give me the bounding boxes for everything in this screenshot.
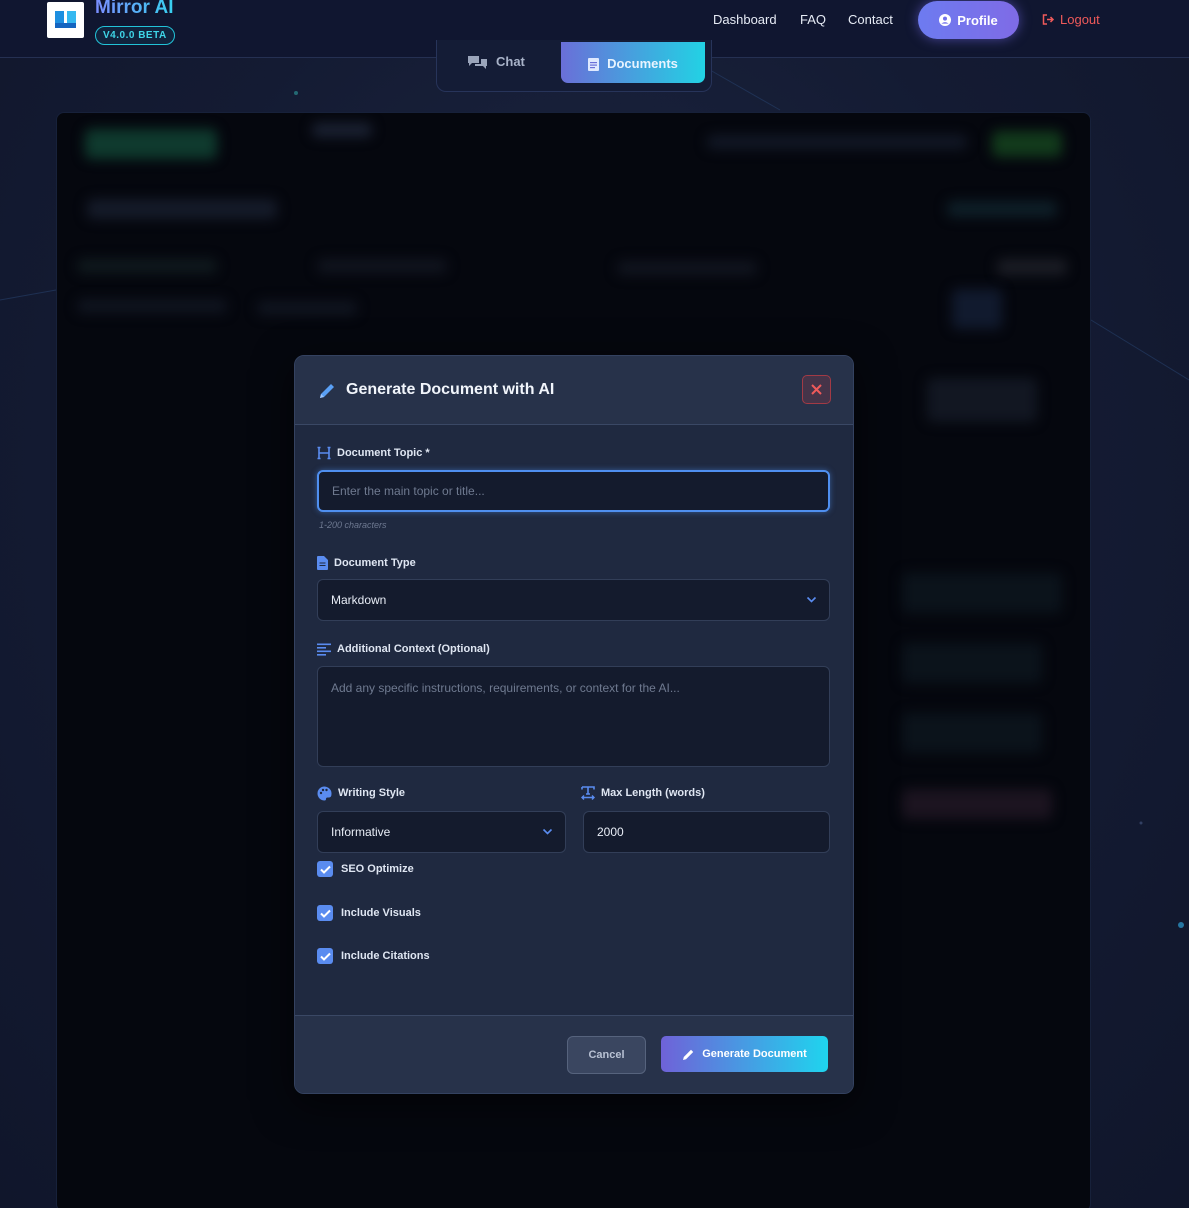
blurred-block [77, 299, 227, 313]
brand-name: Mirror AI [95, 0, 173, 19]
chevron-down-icon [542, 828, 553, 835]
align-left-icon [317, 643, 331, 656]
close-icon [811, 384, 822, 395]
generate-document-label: Generate Document [702, 1048, 807, 1060]
nav-contact[interactable]: Contact [848, 12, 893, 28]
max-length-input[interactable]: 2000 [583, 811, 830, 853]
blurred-block [77, 259, 217, 273]
blurred-block [312, 123, 372, 137]
sign-out-icon [1042, 14, 1055, 25]
include-citations-option[interactable]: Include Citations [317, 948, 430, 964]
check-icon [319, 952, 331, 961]
blurred-block [902, 789, 1052, 819]
context-textarea[interactable]: Add any specific instructions, requireme… [317, 666, 830, 767]
blurred-block [317, 259, 447, 273]
context-label: Additional Context (Optional) [317, 641, 490, 657]
cancel-button[interactable]: Cancel [567, 1036, 646, 1074]
blurred-block [707, 135, 967, 149]
blurred-block [997, 259, 1067, 275]
seo-optimize-option[interactable]: SEO Optimize [317, 861, 414, 877]
generate-document-button[interactable]: Generate Document [661, 1036, 828, 1072]
blurred-block [617, 261, 757, 275]
pen-icon [683, 1049, 694, 1060]
max-length-label-text: Max Length (words) [601, 787, 705, 799]
close-button[interactable] [802, 375, 831, 404]
version-badge: V4.0.0 BETA [95, 26, 175, 45]
include-citations-label: Include Citations [341, 950, 430, 962]
blurred-block [952, 289, 1002, 329]
context-label-text: Additional Context (Optional) [337, 643, 490, 655]
style-label: Writing Style [317, 785, 405, 801]
logout-link[interactable]: Logout [1042, 12, 1100, 27]
text-width-icon [581, 786, 595, 800]
mirror-logo-icon [54, 11, 76, 28]
profile-button[interactable]: Profile [918, 1, 1019, 39]
blurred-block [902, 643, 1042, 683]
type-label: Document Type [317, 555, 416, 571]
palette-icon [317, 786, 332, 800]
profile-label: Profile [957, 12, 998, 28]
include-citations-checkbox[interactable] [317, 948, 333, 964]
tab-documents[interactable]: Documents [561, 42, 705, 83]
include-visuals-checkbox[interactable] [317, 905, 333, 921]
nav-dashboard[interactable]: Dashboard [713, 12, 777, 28]
modal-header: Generate Document with AI [295, 356, 853, 425]
document-type-value: Markdown [331, 593, 387, 607]
writing-style-value: Informative [331, 825, 391, 839]
style-label-text: Writing Style [338, 787, 406, 799]
blurred-block [902, 573, 1062, 613]
tab-chat-label: Chat [496, 54, 525, 69]
tab-chat[interactable]: Chat [467, 54, 525, 69]
generate-document-modal: Generate Document with AI Document Topic… [294, 355, 854, 1094]
check-icon [319, 865, 331, 874]
user-circle-icon [939, 14, 952, 26]
blurred-block [87, 199, 277, 219]
topic-label: Document Topic * [317, 445, 430, 461]
blurred-block [927, 378, 1037, 422]
heading-icon [317, 446, 331, 460]
modal-footer: Cancel Generate Document [295, 1015, 853, 1093]
blurred-block [992, 131, 1062, 157]
modal-title: Generate Document with AI [346, 381, 555, 398]
seo-optimize-label: SEO Optimize [341, 863, 414, 875]
type-label-text: Document Type [334, 557, 416, 569]
comments-icon [468, 55, 487, 69]
topic-input[interactable]: Enter the main topic or title... [317, 470, 830, 512]
nav-faq[interactable]: FAQ [800, 12, 826, 28]
document-type-select[interactable]: Markdown [317, 579, 830, 621]
app-logo[interactable] [47, 2, 84, 38]
topic-hint: 1-200 characters [319, 520, 387, 530]
file-icon [588, 58, 600, 71]
check-icon [319, 909, 331, 918]
blurred-block [85, 129, 217, 159]
pen-icon [320, 384, 334, 398]
include-visuals-label: Include Visuals [341, 907, 421, 919]
chevron-down-icon [806, 596, 817, 603]
topic-label-text: Document Topic * [337, 447, 430, 459]
blurred-block [257, 301, 357, 315]
seo-optimize-checkbox[interactable] [317, 861, 333, 877]
max-length-label: Max Length (words) [581, 785, 705, 801]
writing-style-select[interactable]: Informative [317, 811, 566, 853]
tab-documents-label: Documents [607, 56, 678, 71]
logout-label: Logout [1060, 12, 1100, 27]
include-visuals-option[interactable]: Include Visuals [317, 905, 421, 921]
mode-tab-switch: Chat Documents [436, 40, 712, 92]
file-lines-icon [317, 556, 328, 570]
blurred-block [902, 713, 1042, 753]
blurred-block [947, 201, 1057, 217]
